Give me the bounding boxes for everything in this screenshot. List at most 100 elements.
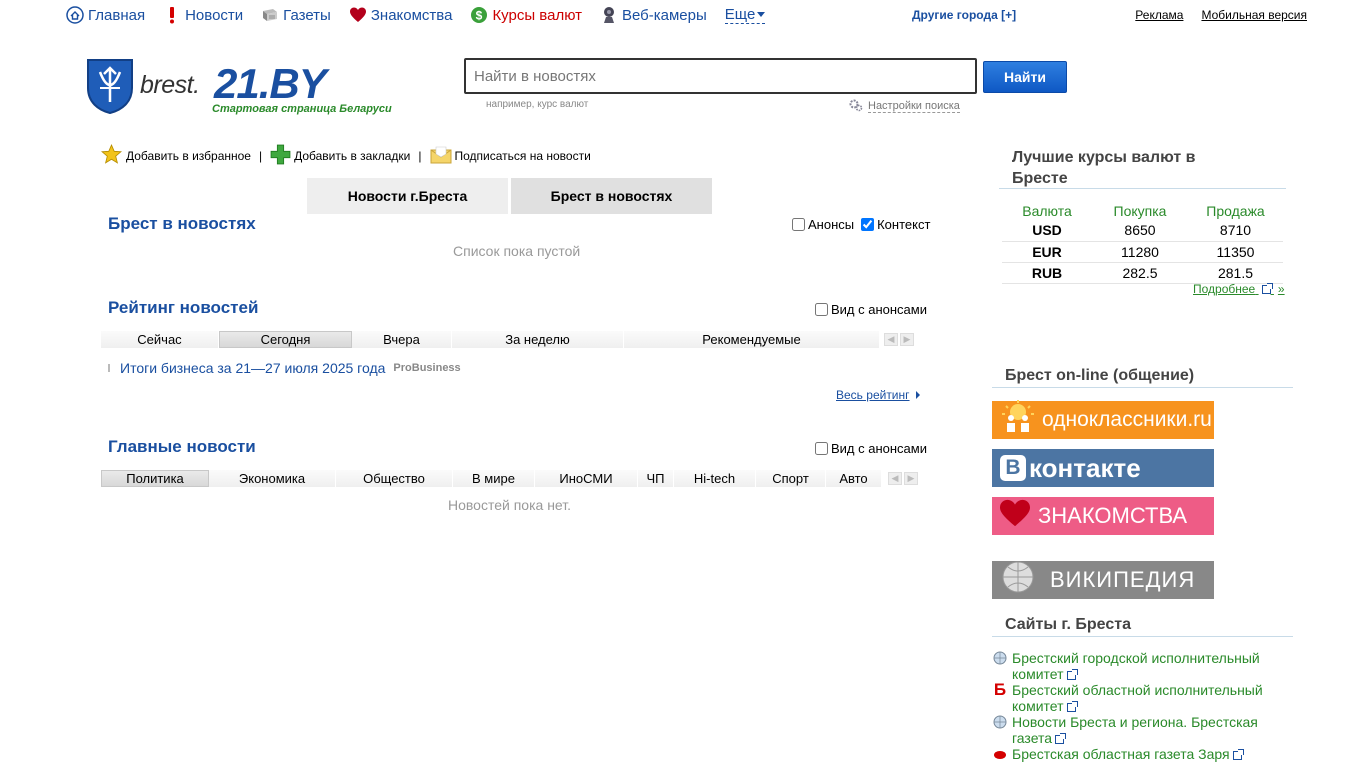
- rating-filter-recommended[interactable]: Рекомендуемые: [624, 331, 880, 348]
- rating-item-link[interactable]: Итоги бизнеса за 21—27 июля 2025 года: [120, 360, 385, 376]
- news-filter-incidents[interactable]: ЧП: [638, 470, 674, 487]
- search-settings-link[interactable]: Настройки поиска: [849, 98, 960, 115]
- tab-brest-in-news[interactable]: Брест в новостях: [511, 178, 712, 214]
- add-to-bookmarks-link[interactable]: Добавить в закладки: [270, 144, 410, 168]
- nav-item-label: Газеты: [283, 6, 331, 24]
- currency-table: Валюта Покупка Продажа USD 8650 8710 EUR…: [1002, 201, 1283, 284]
- brest-coat-of-arms-icon[interactable]: [86, 58, 134, 115]
- list-item[interactable]: Брестская областная газета Заря: [992, 746, 1292, 762]
- nav-item-news[interactable]: Новости: [163, 6, 243, 24]
- rating-view-announces-label: Вид с анонсами: [831, 302, 927, 317]
- separator: |: [258, 149, 263, 163]
- news-filter-society[interactable]: Общество: [336, 470, 453, 487]
- external-link-icon: [1066, 668, 1078, 680]
- site-link-label: Брестская областная газета Заря: [1012, 746, 1230, 762]
- sites-title: Сайты г. Бреста: [1005, 616, 1131, 633]
- news-filter-hitech[interactable]: Hi-tech: [674, 470, 756, 487]
- currency-code: EUR: [1002, 241, 1092, 263]
- other-cities-link[interactable]: Другие города [+]: [912, 8, 1016, 22]
- search-settings-label: Настройки поиска: [868, 100, 960, 113]
- context-checkbox[interactable]: [861, 218, 875, 231]
- rating-filter-week[interactable]: За неделю: [452, 331, 624, 348]
- list-item[interactable]: Брестский городской исполнительный комите…: [992, 650, 1292, 682]
- vkontakte-banner[interactable]: В контакте: [992, 449, 1214, 487]
- news-filter-politics[interactable]: Политика: [101, 470, 209, 487]
- online-title: Брест on-line (общение): [1005, 367, 1195, 384]
- currency-code: RUB: [1002, 262, 1092, 284]
- nav-item-label: Главная: [88, 6, 146, 24]
- gears-icon: [849, 98, 863, 115]
- mobile-version-link[interactable]: Мобильная версия: [1201, 8, 1307, 22]
- sites-list: Брестский городской исполнительный комите…: [992, 650, 1292, 762]
- svg-text:$: $: [476, 9, 483, 23]
- rating-filter-arrows: ◀ ▶: [884, 331, 914, 348]
- rating-title: Рейтинг новостей: [108, 298, 259, 317]
- nav-item-home[interactable]: Главная: [66, 6, 145, 24]
- news-filter-world[interactable]: В мире: [453, 470, 535, 487]
- top-nav: Главная Новости Газеты Знакомства $ Курс…: [66, 5, 766, 25]
- announces-checkbox[interactable]: [792, 218, 805, 231]
- logo-21by[interactable]: 21.BY: [214, 60, 327, 108]
- list-item[interactable]: Б Брестский областной исполнительный коми…: [992, 681, 1292, 714]
- site-link-label: Брестский областной исполнительный: [1012, 682, 1263, 698]
- ads-link[interactable]: Реклама: [1135, 8, 1183, 22]
- table-row: RUB 282.5 281.5: [1002, 262, 1283, 284]
- currency-title: Лучшие курсы валют в Бресте: [1012, 149, 1196, 187]
- site-link-label: Брестский городской исполнительный: [1012, 650, 1260, 666]
- nav-item-label: Новости: [185, 6, 244, 24]
- subscribe-news-label: Подписаться на новости: [454, 149, 591, 163]
- context-label: Контекст: [877, 217, 931, 232]
- logo-slogan: Стартовая страница Беларуси: [212, 103, 392, 115]
- search-example-hint: например, курс валют: [486, 99, 589, 110]
- search-button[interactable]: Найти: [983, 61, 1067, 93]
- rating-item-source[interactable]: ProBusiness: [393, 362, 460, 374]
- arrow-left-icon[interactable]: ◀: [888, 472, 902, 485]
- news-filter-sport[interactable]: Спорт: [756, 470, 826, 487]
- list-item[interactable]: Новости Бреста и региона. Брестская газет…: [992, 714, 1292, 746]
- currency-more-link[interactable]: Подробнее »: [1193, 282, 1285, 296]
- search-input[interactable]: [464, 58, 977, 94]
- arrow-right-icon[interactable]: ▶: [904, 472, 918, 485]
- news-filter-inosmi[interactable]: ИноСМИ: [535, 470, 638, 487]
- nav-more-dropdown[interactable]: Еще: [724, 6, 766, 24]
- wikipedia-banner[interactable]: ВИКИПЕДИЯ: [992, 561, 1214, 599]
- brest-news-title: Брест в новостях: [108, 214, 256, 233]
- arrow-left-icon[interactable]: ◀: [884, 333, 898, 346]
- nav-item-dating[interactable]: Знакомства: [349, 6, 452, 24]
- rating-filter-today[interactable]: Сегодня: [219, 331, 352, 348]
- nav-item-newspapers[interactable]: Газеты: [261, 6, 331, 24]
- news-filter-economy[interactable]: Экономика: [209, 470, 336, 487]
- table-row: USD 8650 8710: [1002, 220, 1283, 242]
- rating-filter-now[interactable]: Сейчас: [101, 331, 219, 348]
- bullet-icon: [108, 364, 110, 372]
- main-news-empty: Новостей пока нет.: [448, 497, 571, 513]
- rating-filter-yesterday[interactable]: Вчера: [352, 331, 452, 348]
- nav-item-webcams[interactable]: Веб-камеры: [600, 6, 707, 24]
- currency-col-header: Валюта: [1022, 202, 1072, 219]
- currency-code: USD: [1002, 220, 1092, 242]
- currency-table-header: Валюта Покупка Продажа: [1002, 201, 1283, 220]
- add-to-favorites-link[interactable]: Добавить в избранное: [100, 143, 251, 168]
- red-dot-icon: [992, 746, 1008, 762]
- all-rating-link[interactable]: Весь рейтинг: [836, 388, 920, 402]
- nav-item-currency[interactable]: $ Курсы валют: [470, 6, 582, 24]
- news-filter-auto[interactable]: Авто: [826, 470, 882, 487]
- main-news-view-option: Вид с анонсами: [815, 441, 927, 456]
- all-rating-label: Весь рейтинг: [836, 388, 910, 402]
- main-news-view-announces-checkbox[interactable]: [815, 442, 828, 455]
- odnoklassniki-banner[interactable]: одноклассники.ru: [992, 400, 1214, 439]
- arrow-right-icon[interactable]: ▶: [900, 333, 914, 346]
- subscribe-news-link[interactable]: Подписаться на новости: [430, 146, 591, 167]
- buy-rate: 8650: [1092, 220, 1188, 242]
- home-icon: [66, 6, 84, 24]
- logo-brest-text[interactable]: brest.: [140, 71, 200, 100]
- separator: |: [418, 149, 422, 163]
- rating-list-item: Итоги бизнеса за 21—27 июля 2025 года Pr…: [108, 360, 461, 376]
- rating-view-announces-checkbox[interactable]: [815, 303, 828, 316]
- heart-icon: [349, 6, 367, 24]
- dating-banner-label: ЗНАКОМСТВА: [1038, 503, 1188, 528]
- vkontakte-label: контакте: [1029, 452, 1141, 483]
- arrow-right-icon: [915, 391, 920, 399]
- tab-brest-city-news[interactable]: Новости г.Бреста: [307, 178, 508, 214]
- dating-banner[interactable]: ЗНАКОМСТВА: [992, 497, 1214, 535]
